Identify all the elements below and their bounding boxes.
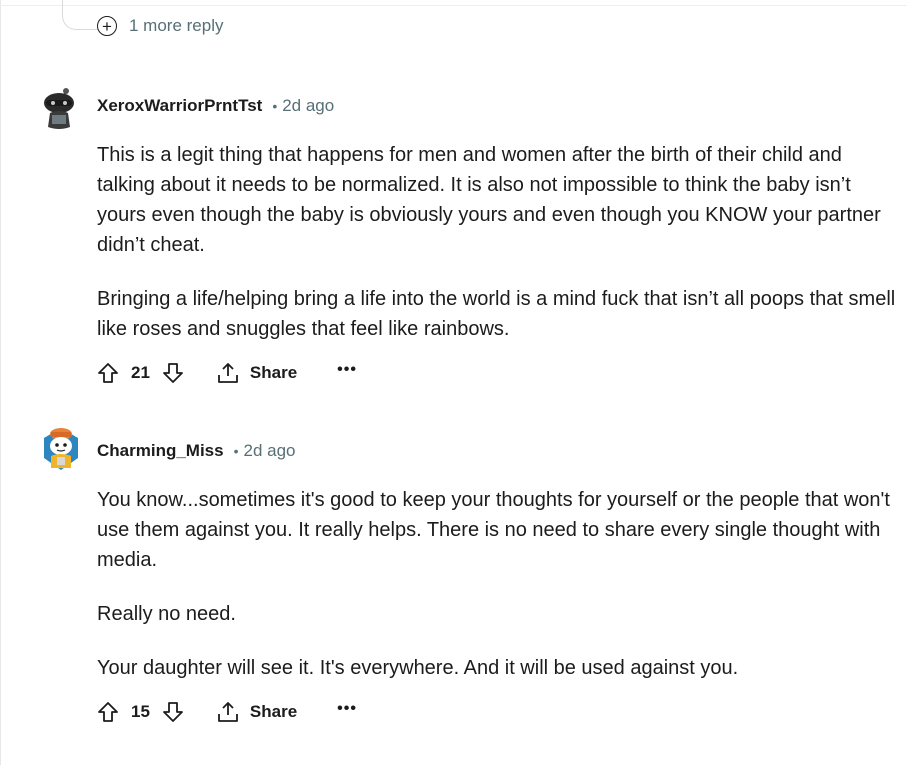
upvote-arrow-icon (98, 363, 118, 383)
more-options-button[interactable]: ••• (337, 701, 357, 723)
comment-paragraph: Really no need. (97, 603, 236, 625)
comment-actions: 21 Share ••• (95, 359, 357, 387)
thread-connector-line (62, 0, 98, 30)
plus-circle-icon: + (97, 16, 117, 36)
share-label: Share (249, 363, 298, 382)
share-icon (218, 702, 238, 722)
comment-author[interactable]: Charming_Miss (97, 441, 224, 461)
upvote-arrow-icon (98, 702, 118, 722)
share-label: Share (249, 702, 298, 721)
meta-separator: • (272, 98, 278, 114)
downvote-arrow-icon (163, 702, 183, 722)
avatar[interactable] (40, 424, 78, 470)
downvote-button[interactable] (160, 699, 186, 725)
comment-paragraph: Bringing a life/helping bring a life int… (97, 288, 896, 340)
thread-left-border (0, 0, 1, 765)
comment-paragraph: You know...sometimes it's good to keep y… (97, 489, 890, 571)
downvote-button[interactable] (160, 360, 186, 386)
comment-paragraph: Your daughter will see it. It's everywhe… (97, 657, 739, 679)
comment-paragraph: This is a legit thing that happens for m… (97, 144, 881, 256)
comment-timestamp[interactable]: 2d ago (282, 96, 334, 116)
comment-author[interactable]: XeroxWarriorPrntTst (97, 96, 262, 116)
share-button[interactable]: Share (216, 700, 297, 724)
vote-score: 15 (131, 702, 150, 721)
vote-score: 21 (131, 363, 150, 382)
top-divider (0, 5, 907, 6)
comment-body: You know...sometimes it's good to keep y… (97, 485, 905, 707)
avatar[interactable] (40, 87, 78, 129)
share-icon (218, 363, 238, 383)
more-replies-button[interactable]: + 1 more reply (97, 16, 223, 36)
comment-timestamp[interactable]: 2d ago (244, 441, 296, 461)
comment-actions: 15 Share ••• (95, 698, 357, 726)
meta-separator: • (233, 443, 239, 459)
downvote-arrow-icon (163, 363, 183, 383)
snoo-avatar-hat-icon (44, 428, 78, 470)
more-options-button[interactable]: ••• (337, 362, 357, 384)
more-replies-label: 1 more reply (129, 16, 224, 35)
upvote-button[interactable] (95, 360, 121, 386)
upvote-button[interactable] (95, 699, 121, 725)
snoo-avatar-dark-icon (44, 88, 74, 129)
comment-body: This is a legit thing that happens for m… (97, 140, 905, 368)
share-button[interactable]: Share (216, 361, 297, 385)
